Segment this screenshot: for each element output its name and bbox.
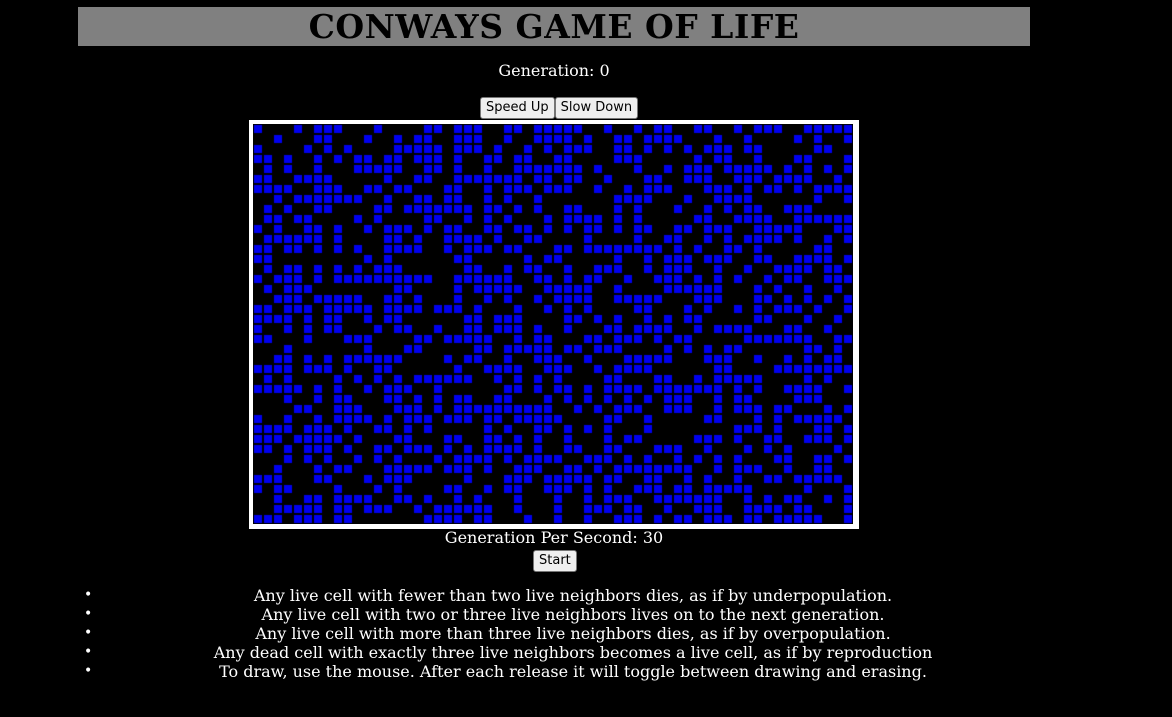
- speed-controls: Speed Up Slow Down: [480, 97, 639, 119]
- rule-item: • Any live cell with two or three live ne…: [84, 605, 885, 624]
- bullet-icon: •: [84, 587, 93, 603]
- bullet-icon: •: [84, 625, 93, 641]
- rule-item: • To draw, use the mouse. After each rele…: [84, 662, 927, 681]
- page-title: CONWAYS GAME OF LIFE: [308, 7, 800, 46]
- rule-item: • Any live cell with more than three live…: [84, 624, 891, 643]
- life-grid-canvas[interactable]: [253, 124, 853, 524]
- generations-per-second: Generation Per Second: 30: [444, 528, 664, 547]
- bullet-icon: •: [84, 644, 93, 660]
- title-bar: CONWAYS GAME OF LIFE: [78, 7, 1030, 46]
- speed-up-button[interactable]: Speed Up: [480, 97, 555, 119]
- rules-list: • Any live cell with fewer than two live …: [78, 586, 1068, 681]
- start-wrap: Start: [533, 549, 577, 572]
- rule-item: • Any dead cell with exactly three live n…: [84, 643, 933, 662]
- generation-counter: Generation: 0: [498, 61, 610, 80]
- board-frame: [249, 120, 859, 529]
- rule-item: • Any live cell with fewer than two live …: [84, 586, 893, 605]
- bullet-icon: •: [84, 606, 93, 622]
- page: CONWAYS GAME OF LIFE Generation: 0 Speed…: [0, 0, 1172, 717]
- start-button[interactable]: Start: [533, 550, 577, 572]
- slow-down-button[interactable]: Slow Down: [554, 97, 639, 119]
- bullet-icon: •: [84, 663, 93, 679]
